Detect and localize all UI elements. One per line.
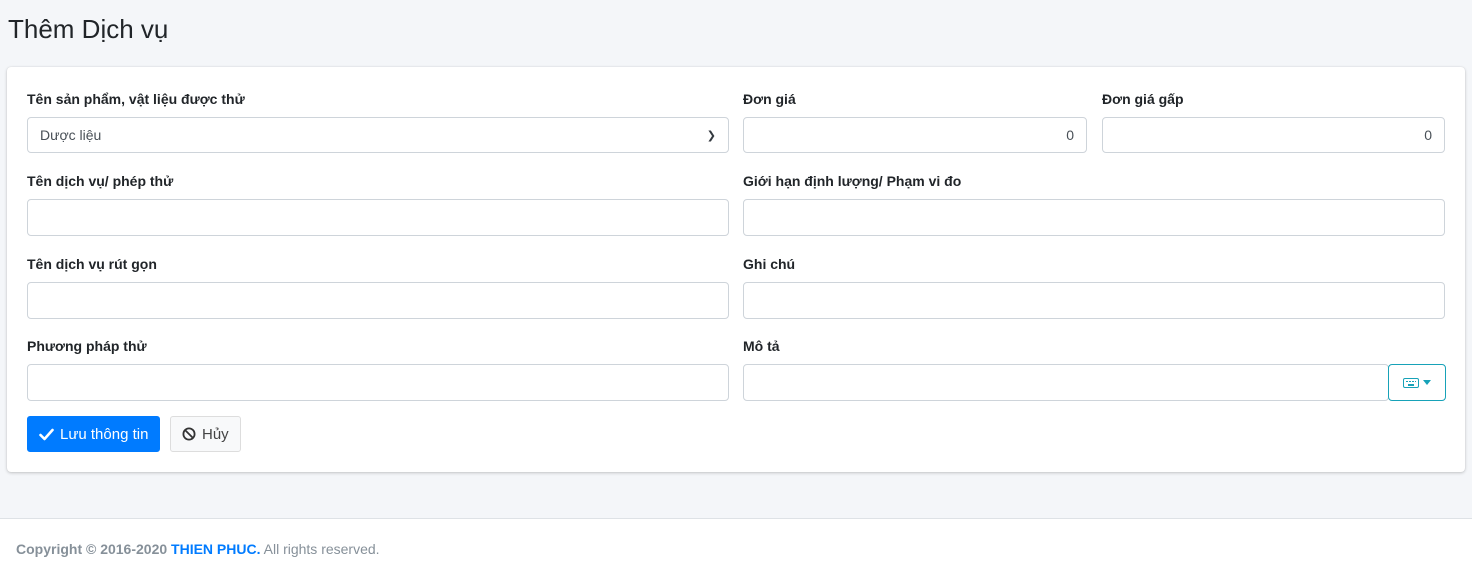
cancel-button-label: Hủy — [202, 425, 229, 443]
price-input[interactable] — [743, 117, 1087, 153]
note-label: Ghi chú — [743, 256, 796, 272]
urgent-price-label: Đơn giá gấp — [1102, 91, 1184, 107]
product-select-value: Dược liệu — [40, 127, 102, 143]
keyboard-icon — [1403, 377, 1419, 388]
save-button[interactable]: Lưu thông tin — [27, 416, 161, 452]
keyboard-dropdown-button[interactable] — [1388, 364, 1446, 401]
copyright-suffix: All rights reserved. — [263, 541, 380, 557]
service-name-input[interactable] — [27, 199, 729, 236]
short-name-label: Tên dịch vụ rút gọn — [27, 256, 157, 272]
copyright-prefix: Copyright © 2016-2020 — [16, 541, 168, 557]
method-input[interactable] — [27, 364, 729, 401]
method-label: Phương pháp thử — [27, 338, 147, 354]
chevron-down-icon: ❯ — [706, 129, 716, 142]
short-name-input[interactable] — [27, 282, 729, 319]
company-link[interactable]: THIEN PHUC. — [171, 541, 260, 557]
price-label: Đơn giá — [743, 91, 796, 107]
check-icon — [39, 428, 54, 440]
limit-input[interactable] — [743, 199, 1445, 236]
product-label: Tên sản phẩm, vật liệu được thử — [27, 91, 245, 107]
service-name-label: Tên dịch vụ/ phép thử — [27, 173, 174, 189]
page-title: Thêm Dịch vụ — [8, 14, 169, 44]
save-button-label: Lưu thông tin — [60, 425, 149, 443]
service-form-card: Tên sản phẩm, vật liệu được thử Dược liệ… — [7, 67, 1465, 472]
description-label: Mô tả — [743, 338, 780, 354]
footer: Copyright © 2016-2020 THIEN PHUC. All ri… — [0, 518, 1472, 573]
ban-icon — [182, 427, 196, 441]
copyright-text: Copyright © 2016-2020 THIEN PHUC. All ri… — [16, 541, 380, 557]
urgent-price-input[interactable] — [1102, 117, 1445, 153]
description-input[interactable] — [743, 364, 1389, 401]
cancel-button[interactable]: Hủy — [170, 416, 241, 452]
product-select[interactable]: Dược liệu ❯ — [27, 117, 729, 153]
caret-down-icon — [1423, 380, 1431, 385]
note-input[interactable] — [743, 282, 1445, 319]
limit-label: Giới hạn định lượng/ Phạm vi đo — [743, 173, 962, 189]
